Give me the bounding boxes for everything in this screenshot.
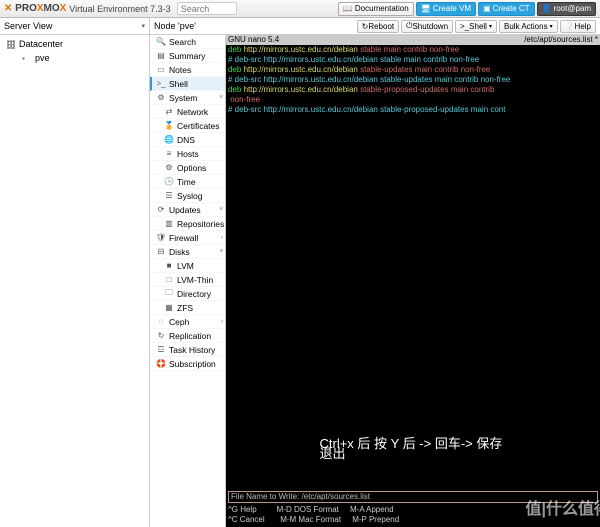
menu-shell[interactable]: >_Shell bbox=[150, 77, 225, 91]
chart-icon: ▤ bbox=[156, 51, 166, 60]
shutdown-button[interactable]: ⏻ Shutdown bbox=[401, 20, 453, 33]
chevron-down-icon: ˅ bbox=[219, 207, 223, 213]
replication-icon: ↻ bbox=[156, 331, 166, 340]
help-button[interactable]: ❔ Help bbox=[560, 20, 596, 33]
options-icon: ⚙ bbox=[164, 163, 174, 172]
terminal-icon: >_ bbox=[156, 79, 166, 88]
ceph-icon: ◌ bbox=[156, 317, 166, 326]
create-ct-button[interactable]: ▣Create CT bbox=[478, 2, 534, 16]
user-icon: 👤 bbox=[542, 4, 552, 13]
menu-hosts[interactable]: ≡Hosts bbox=[150, 147, 225, 161]
menu-task-history[interactable]: ☲Task History bbox=[150, 343, 225, 357]
nano-help-bar: ^G Help M-D DOS Format M-A Append ^C Can… bbox=[228, 505, 598, 525]
term-line: non-free bbox=[226, 95, 600, 105]
square-icon: ■ bbox=[164, 261, 174, 270]
globe-icon: 🌐 bbox=[164, 135, 174, 144]
shell-terminal[interactable]: GNU nano 5.4 /etc/apt/sources.list * deb… bbox=[226, 35, 600, 527]
menu-notes[interactable]: ▭Notes bbox=[150, 63, 225, 77]
term-line: # deb-src http://mirrors.ustc.edu.cn/deb… bbox=[226, 75, 600, 85]
book-icon: 📖 bbox=[343, 4, 353, 13]
server-view-dropdown[interactable]: Server View▾ bbox=[0, 18, 150, 34]
menu-dns[interactable]: 🌐DNS bbox=[150, 133, 225, 147]
menu-lvm-thin[interactable]: □LVM-Thin bbox=[150, 273, 225, 287]
menu-network[interactable]: ⇄Network bbox=[150, 105, 225, 119]
notes-icon: ▭ bbox=[156, 65, 166, 74]
node-icon: ▪ bbox=[22, 54, 32, 63]
documentation-button[interactable]: 📖Documentation bbox=[338, 2, 414, 16]
menu-summary[interactable]: ▤Summary bbox=[150, 49, 225, 63]
square-outline-icon: □ bbox=[164, 275, 174, 284]
menu-certificates[interactable]: 🏅Certificates bbox=[150, 119, 225, 133]
search-input[interactable] bbox=[177, 2, 237, 15]
menu-zfs[interactable]: ▦ZFS bbox=[150, 301, 225, 315]
term-line: deb http://mirrors.ustc.edu.cn/debian st… bbox=[226, 85, 600, 95]
menu-replication[interactable]: ↻Replication bbox=[150, 329, 225, 343]
node-title: Node 'pve' bbox=[154, 21, 196, 31]
menu-directory[interactable]: 🗀Directory bbox=[150, 287, 225, 301]
server-icon: 🗄 bbox=[6, 40, 16, 49]
menu-updates[interactable]: ⟳Updates˅ bbox=[150, 203, 225, 217]
chevron-right-icon: › bbox=[221, 319, 223, 325]
resource-tree: 🗄Datacenter ▪pve bbox=[0, 35, 150, 527]
menu-options[interactable]: ⚙Options bbox=[150, 161, 225, 175]
term-line: # deb-src http://mirrors.ustc.edu.cn/deb… bbox=[226, 55, 600, 65]
zfs-icon: ▦ bbox=[164, 303, 174, 312]
nano-titlebar: GNU nano 5.4 /etc/apt/sources.list * bbox=[226, 35, 600, 45]
chevron-right-icon: › bbox=[221, 235, 223, 241]
menu-firewall[interactable]: 🛡Firewall› bbox=[150, 231, 225, 245]
instruction-overlay: Ctrl+x 后 按 Y 后 -> 回车-> 保存退出 bbox=[320, 439, 507, 459]
monitor-icon: 🖥 bbox=[421, 4, 431, 13]
history-icon: ☲ bbox=[156, 345, 166, 354]
side-menu: 🔍Search ▤Summary ▭Notes >_Shell ⚙System˅… bbox=[150, 35, 226, 527]
support-icon: 🛟 bbox=[156, 359, 166, 368]
chevron-down-icon: ▾ bbox=[141, 22, 145, 30]
create-vm-button[interactable]: 🖥Create VM bbox=[416, 2, 476, 16]
menu-search[interactable]: 🔍Search bbox=[150, 35, 225, 49]
cube-icon: ▣ bbox=[483, 4, 491, 13]
refresh-icon: ⟳ bbox=[156, 205, 166, 214]
version-label: Virtual Environment 7.3-3 bbox=[69, 4, 170, 14]
menu-disks[interactable]: ⊟Disks˅ bbox=[150, 245, 225, 259]
shield-icon: 🛡 bbox=[156, 233, 166, 242]
menu-time[interactable]: 🕒Time bbox=[150, 175, 225, 189]
menu-lvm[interactable]: ■LVM bbox=[150, 259, 225, 273]
chevron-down-icon: ˅ bbox=[219, 95, 223, 101]
folder-icon: 🗀 bbox=[164, 287, 174, 301]
shell-dropdown[interactable]: >_ Shell▾ bbox=[455, 20, 497, 33]
menu-syslog[interactable]: ☰Syslog bbox=[150, 189, 225, 203]
list-icon: ☰ bbox=[164, 191, 174, 200]
bulk-actions-dropdown[interactable]: Bulk Actions▾ bbox=[499, 20, 558, 33]
clock-icon: 🕒 bbox=[164, 177, 174, 186]
chevron-down-icon: ˅ bbox=[219, 249, 223, 255]
menu-repositories[interactable]: ▥Repositories bbox=[150, 217, 225, 231]
brand-logo: ✕ PROXMOX bbox=[4, 3, 66, 14]
disk-icon: ⊟ bbox=[156, 247, 166, 256]
menu-subscription[interactable]: 🛟Subscription bbox=[150, 357, 225, 371]
reboot-button[interactable]: ↻ Reboot bbox=[357, 20, 400, 33]
repo-icon: ▥ bbox=[164, 219, 174, 228]
term-line: # deb-src http://mirrors.ustc.edu.cn/deb… bbox=[226, 105, 600, 115]
term-line: deb http://mirrors.ustc.edu.cn/debian st… bbox=[226, 45, 600, 55]
nano-save-prompt: File Name to Write: /etc/apt/sources.lis… bbox=[228, 491, 598, 503]
menu-ceph[interactable]: ◌Ceph› bbox=[150, 315, 225, 329]
network-icon: ⇄ bbox=[164, 107, 174, 116]
gear-icon: ⚙ bbox=[156, 93, 166, 102]
user-menu[interactable]: 👤root@pam bbox=[537, 2, 596, 16]
hosts-icon: ≡ bbox=[164, 149, 174, 158]
search-icon: 🔍 bbox=[156, 37, 166, 46]
tree-node-pve[interactable]: ▪pve bbox=[0, 51, 149, 65]
cert-icon: 🏅 bbox=[164, 121, 174, 130]
term-line: deb http://mirrors.ustc.edu.cn/debian st… bbox=[226, 65, 600, 75]
tree-datacenter[interactable]: 🗄Datacenter bbox=[0, 37, 149, 51]
menu-system[interactable]: ⚙System˅ bbox=[150, 91, 225, 105]
